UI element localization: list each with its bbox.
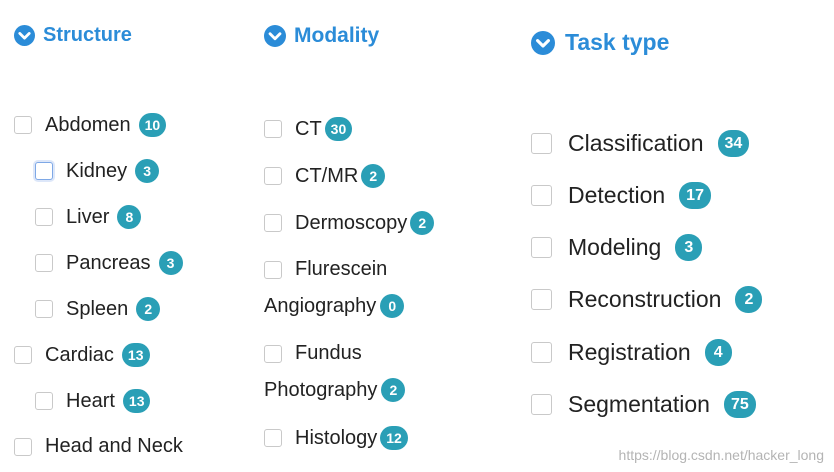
count-badge: 2 [410,211,435,235]
filter-option-fluorescein[interactable]: Flurescein [264,258,387,281]
option-label: Cardiac [45,343,114,366]
chevron-down-circle-icon [264,25,286,47]
option-label: Spleen [66,297,129,320]
count-badge: 2 [136,297,161,321]
checkbox[interactable] [531,185,552,206]
checkbox[interactable] [531,237,552,258]
checkbox[interactable] [264,344,282,363]
option-label-line1: Fundus [295,342,362,364]
option-label: Heart [66,389,115,412]
filter-option-cardiac[interactable]: Cardiac 13 [14,343,150,367]
filter-option-reconstruction[interactable]: Reconstruction 2 [531,286,763,313]
count-badge: 8 [117,205,142,229]
count-badge: 2 [361,164,386,188]
checkbox[interactable] [14,116,32,134]
structure-header-label: Structure [43,24,132,46]
filter-option-head-and-neck[interactable]: Head and Neck [14,435,183,458]
option-label: Liver [66,205,110,228]
watermark: https://blog.csdn.net/hacker_long [618,447,824,463]
count-badge: 3 [158,251,183,275]
option-label: Modeling [568,234,662,260]
filter-option-fluorescein-continued[interactable]: Angiography 0 [264,294,405,318]
filter-option-liver[interactable]: Liver 8 [35,205,142,229]
count-badge: 34 [717,130,750,157]
checkbox[interactable] [531,289,552,310]
count-badge: 2 [735,286,763,313]
filter-option-spleen[interactable]: Spleen 2 [35,297,161,321]
option-label: Abdomen [45,113,131,136]
count-badge: 3 [675,234,703,261]
count-badge: 75 [723,391,756,418]
task-type-header-label: Task type [565,29,670,55]
option-label: Kidney [66,159,128,182]
filter-option-kidney[interactable]: Kidney 3 [35,159,160,183]
checkbox[interactable] [531,342,552,363]
filter-option-dermoscopy[interactable]: Dermoscopy 2 [264,211,435,235]
filter-option-fundus-continued[interactable]: Photography 2 [264,378,406,402]
option-label: CT [295,117,322,140]
checkbox[interactable] [14,346,32,364]
filter-option-detection[interactable]: Detection 17 [531,182,711,209]
count-badge: 0 [380,294,405,318]
count-badge: 17 [679,182,711,209]
checkbox[interactable] [531,133,552,154]
checkbox[interactable] [35,392,53,410]
count-badge: 4 [704,339,732,366]
checkbox[interactable] [531,394,552,415]
checkbox[interactable] [35,254,53,272]
checkbox[interactable] [14,437,32,456]
checkbox[interactable] [35,300,53,318]
option-label: Registration [568,339,691,365]
filter-option-segmentation[interactable]: Segmentation 75 [531,391,756,418]
checkbox[interactable] [264,214,282,232]
checkbox[interactable] [264,260,282,279]
task-type-header[interactable]: Task type [531,29,669,56]
filter-option-heart[interactable]: Heart 13 [35,389,151,413]
filter-option-ct[interactable]: CT 30 [264,117,353,141]
structure-header[interactable]: Structure [14,24,132,47]
count-badge: 3 [135,159,160,183]
chevron-down-circle-icon [14,25,35,46]
modality-header-label: Modality [294,24,380,47]
option-label: Head and Neck [45,435,183,457]
checkbox[interactable] [35,208,53,226]
option-label-line1: Flurescein [295,258,388,280]
filter-option-pancreas[interactable]: Pancreas 3 [35,251,183,275]
checkbox[interactable] [264,120,282,138]
count-badge: 13 [122,389,151,413]
filter-option-classification[interactable]: Classification 34 [531,130,750,157]
filter-option-histology[interactable]: Histology 12 [264,426,408,450]
option-label: CT/MR [295,164,359,187]
option-label: Detection [568,182,666,208]
option-label: Pancreas [66,251,151,274]
option-label: Histology [295,426,378,449]
option-label-line2: Photography [264,378,378,401]
option-label: Dermoscopy [295,211,408,234]
option-label-line2: Angiography [264,294,377,317]
count-badge: 2 [381,378,406,402]
option-label: Classification [568,130,704,156]
checkbox[interactable] [264,429,282,447]
option-label: Segmentation [568,391,710,417]
filter-option-modeling[interactable]: Modeling 3 [531,234,703,261]
filter-option-registration[interactable]: Registration 4 [531,339,732,366]
chevron-down-circle-icon [531,30,555,55]
count-badge: 13 [121,343,150,367]
filter-option-abdomen[interactable]: Abdomen 10 [14,113,167,137]
filter-option-fundus[interactable]: Fundus [264,342,362,365]
count-badge: 12 [380,426,408,450]
filter-option-ct-mr[interactable]: CT/MR 2 [264,164,386,188]
checkbox[interactable] [264,167,282,185]
modality-header[interactable]: Modality [264,24,379,48]
count-badge: 30 [324,117,353,141]
count-badge: 10 [138,113,167,137]
option-label: Reconstruction [568,286,722,312]
checkbox[interactable] [35,162,53,180]
